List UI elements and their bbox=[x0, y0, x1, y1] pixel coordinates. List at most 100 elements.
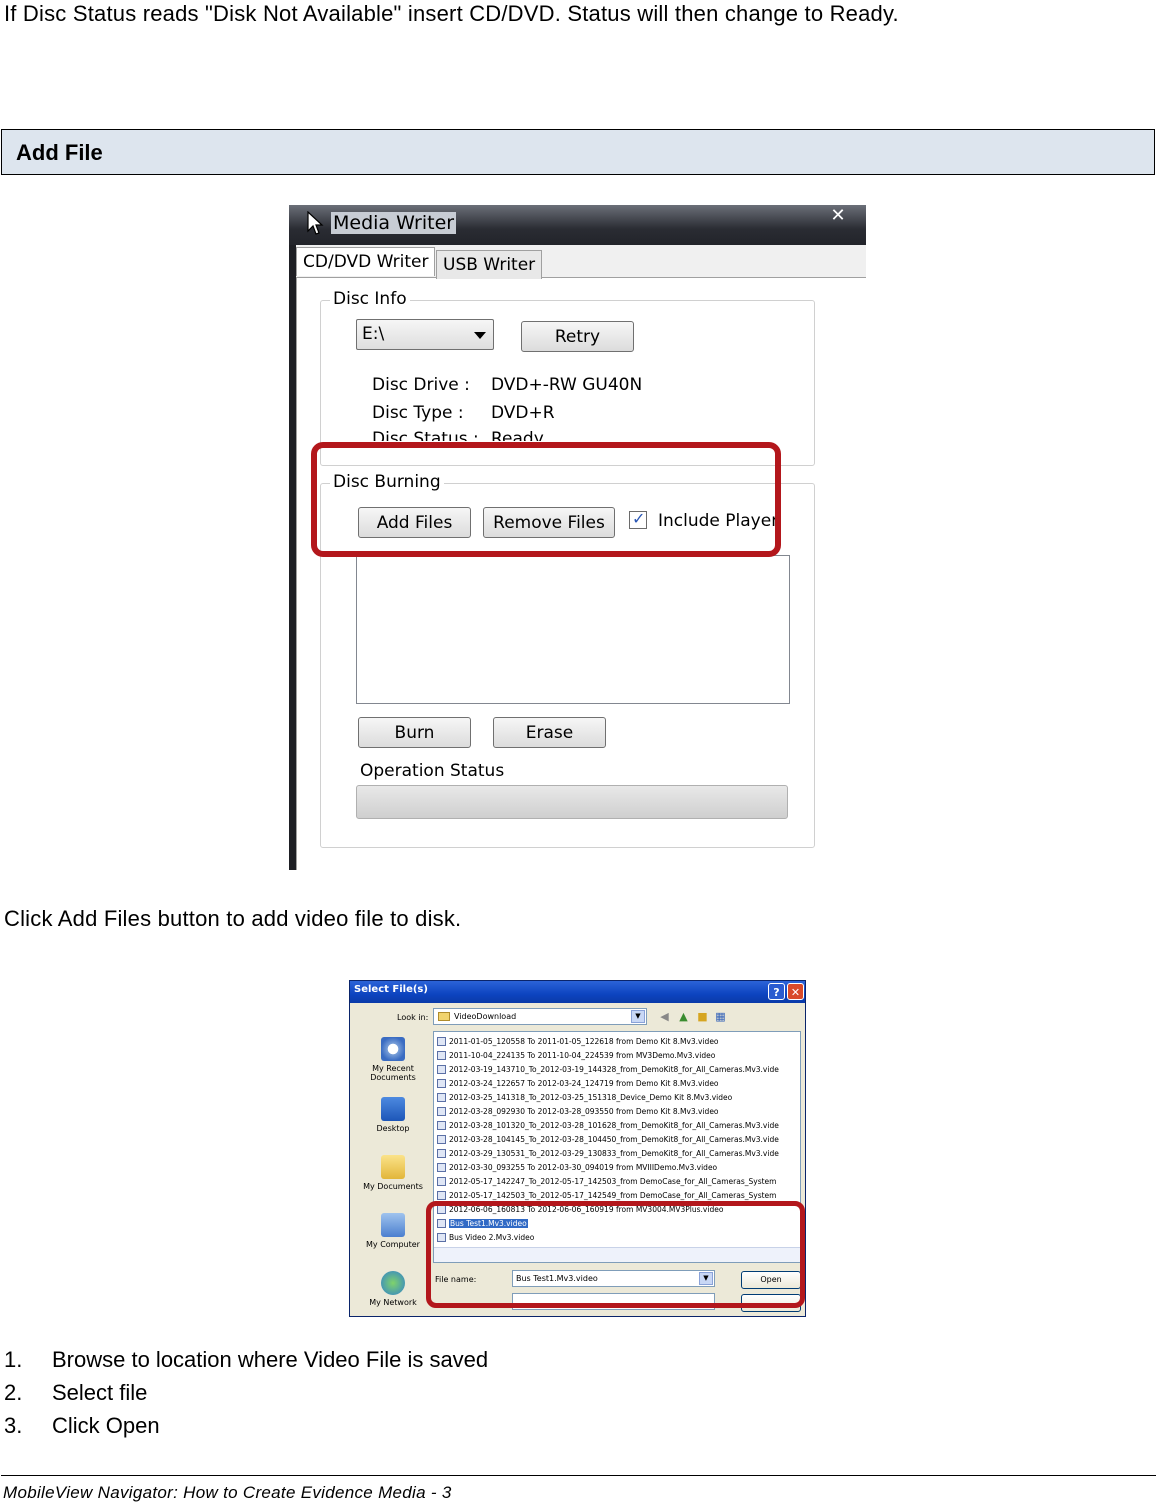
file-list-item[interactable]: 2011-01-05_120558 To 2011-01-05_122618 f… bbox=[436, 1035, 719, 1048]
video-file-icon bbox=[437, 1065, 446, 1074]
drive-value: E:\ bbox=[362, 324, 385, 344]
tab-usb-writer[interactable]: USB Writer bbox=[436, 250, 543, 279]
desktop-icon bbox=[381, 1097, 405, 1121]
place-my-documents[interactable]: My Documents bbox=[355, 1155, 431, 1191]
disc-drive-label: Disc Drive : bbox=[372, 375, 470, 395]
file-list-item[interactable]: 2012-05-17_142247_To_2012-05-17_142503_f… bbox=[436, 1175, 776, 1188]
media-writer-window: Media Writer ✕ CD/DVD Writer USB Writer … bbox=[289, 205, 866, 870]
place-label: My Documents bbox=[363, 1182, 423, 1191]
file-name: 2012-03-30_093255 To 2012-03-30_094019 f… bbox=[449, 1163, 718, 1172]
operation-status-label: Operation Status bbox=[360, 761, 505, 781]
place-my-recent-documents[interactable]: My Recent Documents bbox=[355, 1037, 431, 1082]
file-name: 2012-05-17_142503_To_2012-05-17_142549_f… bbox=[449, 1191, 777, 1200]
highlight-box bbox=[311, 442, 781, 557]
video-file-icon bbox=[437, 1177, 446, 1186]
window-title: Media Writer bbox=[331, 212, 457, 234]
file-name: 2012-03-24_122657 To 2012-03-24_124719 f… bbox=[449, 1079, 719, 1088]
back-icon[interactable]: ◀ bbox=[658, 1010, 671, 1023]
file-list-item[interactable]: 2012-03-28_104145_To_2012-03-28_104450_f… bbox=[436, 1133, 779, 1146]
disc-drive-value: DVD+-RW GU40N bbox=[491, 375, 643, 395]
steps-list: 1. Browse to location where Video File is… bbox=[4, 1343, 488, 1442]
look-in-value: VideoDownload bbox=[454, 1012, 517, 1021]
video-file-icon bbox=[437, 1051, 446, 1060]
section-header: Add File bbox=[1, 129, 1155, 175]
up-folder-icon[interactable]: ▲ bbox=[677, 1010, 690, 1023]
look-in-select[interactable]: VideoDownload ▼ bbox=[433, 1008, 647, 1025]
file-list-item[interactable]: 2012-03-24_122657 To 2012-03-24_124719 f… bbox=[436, 1077, 719, 1090]
network-globe-icon bbox=[381, 1271, 405, 1295]
file-list-item[interactable]: 2012-03-28_092930 To 2012-03-28_093550 f… bbox=[436, 1105, 719, 1118]
video-file-icon bbox=[437, 1079, 446, 1088]
file-list-item[interactable]: 2012-03-19_143710_To_2012-03-19_144328_f… bbox=[436, 1063, 779, 1076]
file-name: 2012-03-19_143710_To_2012-03-19_144328_f… bbox=[449, 1065, 779, 1074]
folder-icon bbox=[438, 1012, 450, 1021]
new-folder-icon[interactable]: ■ bbox=[696, 1010, 709, 1023]
video-file-icon bbox=[437, 1121, 446, 1130]
file-list-item[interactable]: 2011-10-04_224135 To 2011-10-04_224539 f… bbox=[436, 1049, 715, 1062]
highlight-box bbox=[426, 1201, 805, 1308]
place-desktop[interactable]: Desktop bbox=[355, 1097, 431, 1133]
clock-icon bbox=[381, 1037, 405, 1061]
caption-add-files: Click Add Files button to add video file… bbox=[4, 906, 462, 931]
chevron-down-icon bbox=[474, 332, 486, 339]
file-list[interactable] bbox=[356, 555, 790, 704]
step-item: 3. Click Open bbox=[4, 1409, 488, 1442]
step-number: 2. bbox=[4, 1380, 23, 1405]
retry-button[interactable]: Retry bbox=[521, 321, 634, 352]
disc-type-label: Disc Type : bbox=[372, 403, 464, 423]
erase-button[interactable]: Erase bbox=[493, 717, 606, 748]
file-name: 2012-03-29_130531_To_2012-03-29_130833_f… bbox=[449, 1149, 779, 1158]
file-name: 2011-10-04_224135 To 2011-10-04_224539 f… bbox=[449, 1051, 716, 1060]
disc-type-value: DVD+R bbox=[491, 403, 555, 423]
place-label: My Recent Documents bbox=[370, 1064, 416, 1082]
place-my-computer[interactable]: My Computer bbox=[355, 1213, 431, 1249]
step-text: Select file bbox=[52, 1380, 148, 1405]
look-in-label: Look in: bbox=[397, 1013, 429, 1022]
video-file-icon bbox=[437, 1163, 446, 1172]
video-file-icon bbox=[437, 1093, 446, 1102]
step-text: Click Open bbox=[52, 1413, 160, 1438]
computer-icon bbox=[381, 1213, 405, 1237]
step-number: 1. bbox=[4, 1347, 23, 1372]
page-footer: MobileView Navigator: How to Create Evid… bbox=[3, 1483, 452, 1502]
tab-cd-dvd-writer[interactable]: CD/DVD Writer bbox=[296, 247, 436, 276]
file-name: 2012-03-25_141318_To_2012-03-25_151318_D… bbox=[449, 1093, 733, 1102]
dialog-title: Select File(s) bbox=[354, 984, 428, 995]
file-name: 2011-01-05_120558 To 2011-01-05_122618 f… bbox=[449, 1037, 719, 1046]
section-title: Add File bbox=[16, 140, 103, 165]
tab-strip-line bbox=[296, 277, 866, 278]
file-list-item[interactable]: 2012-03-29_130531_To_2012-03-29_130833_f… bbox=[436, 1147, 779, 1160]
close-icon[interactable]: ✕ bbox=[818, 205, 858, 227]
close-icon[interactable]: ✕ bbox=[787, 983, 804, 1000]
step-number: 3. bbox=[4, 1413, 23, 1438]
place-label: Desktop bbox=[376, 1124, 410, 1133]
operation-progress-bar bbox=[356, 785, 788, 819]
step-text: Browse to location where Video File is s… bbox=[52, 1347, 489, 1372]
disc-status-label: Disc Status : bbox=[372, 429, 479, 441]
footer-divider bbox=[1, 1475, 1156, 1476]
file-name: 2012-03-28_092930 To 2012-03-28_093550 f… bbox=[449, 1107, 719, 1116]
disc-info-label: Disc Info bbox=[330, 289, 410, 309]
view-menu-icon[interactable]: ▦ bbox=[714, 1010, 727, 1023]
step-item: 2. Select file bbox=[4, 1376, 488, 1409]
place-my-network[interactable]: My Network bbox=[355, 1271, 431, 1307]
help-icon[interactable]: ? bbox=[768, 983, 785, 1000]
video-file-icon bbox=[437, 1107, 446, 1116]
file-list-item[interactable]: 2012-03-25_141318_To_2012-03-25_151318_D… bbox=[436, 1091, 732, 1104]
burn-button[interactable]: Burn bbox=[358, 717, 471, 748]
disc-status-value: Ready bbox=[491, 429, 544, 441]
video-file-icon bbox=[437, 1191, 446, 1200]
drive-select[interactable]: E:\ bbox=[356, 319, 494, 350]
intro-text: If Disc Status reads "Disk Not Available… bbox=[4, 1, 899, 26]
file-list-item[interactable]: 2012-03-28_101320_To_2012-03-28_101628_f… bbox=[436, 1119, 779, 1132]
place-label: My Network bbox=[369, 1298, 417, 1307]
video-file-icon bbox=[437, 1037, 446, 1046]
file-list-item[interactable]: 2012-03-30_093255 To 2012-03-30_094019 f… bbox=[436, 1161, 717, 1174]
window-edge bbox=[289, 245, 296, 870]
place-label: My Computer bbox=[366, 1240, 420, 1249]
chevron-down-icon[interactable]: ▼ bbox=[631, 1010, 645, 1023]
file-name: 2012-03-28_101320_To_2012-03-28_101628_f… bbox=[449, 1121, 779, 1130]
file-name: 2012-03-28_104145_To_2012-03-28_104450_f… bbox=[449, 1135, 779, 1144]
places-bar: My Recent Documents Desktop My Documents… bbox=[355, 1031, 431, 1315]
file-name: 2012-05-17_142247_To_2012-05-17_142503_f… bbox=[449, 1177, 777, 1186]
